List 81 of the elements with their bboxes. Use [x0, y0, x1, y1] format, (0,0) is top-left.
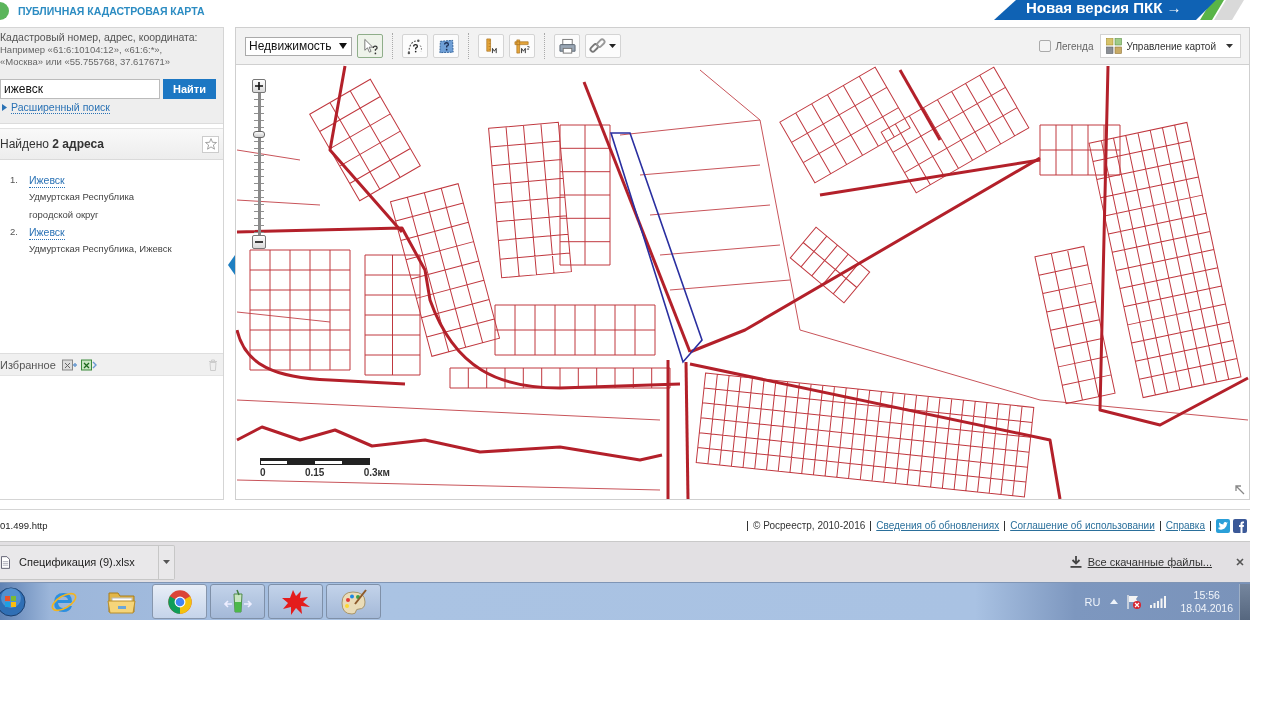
search-field[interactable]: ижевск: [0, 79, 160, 99]
all-downloads-link[interactable]: Все скачанные файлы...: [1087, 556, 1212, 568]
tool-button[interactable]: [478, 34, 504, 58]
taskbar-button[interactable]: [152, 584, 207, 619]
f-logo-icon[interactable]: [1233, 518, 1247, 533]
zoom-thumb[interactable]: [253, 130, 265, 138]
cursor-query-icon: [361, 37, 379, 55]
file-icon: [1, 555, 10, 569]
footer-link[interactable]: Соглашение об использовании: [1010, 520, 1155, 531]
legend-checkbox[interactable]: [1039, 40, 1052, 52]
corner-arrow-icon[interactable]: [1235, 485, 1245, 495]
tool-button[interactable]: [433, 34, 459, 58]
start-orb-icon[interactable]: [0, 586, 26, 617]
triangle-icon: [2, 104, 7, 111]
copyright-text: © Росреестр, 2010-2016: [753, 520, 866, 531]
status-url: 01.499.http: [0, 520, 48, 531]
star-icon: [204, 138, 217, 150]
taskbar-button[interactable]: [326, 584, 381, 619]
tool-button[interactable]: [509, 34, 535, 58]
map-control-button[interactable]: Управление картой: [1099, 34, 1241, 58]
result-link[interactable]: Ижевск: [29, 173, 65, 188]
search-button[interactable]: Найти: [163, 79, 216, 99]
area-ruler-icon: [513, 37, 531, 55]
close-icon[interactable]: [1236, 558, 1244, 566]
curve-query-icon: [406, 37, 424, 55]
signal-icon[interactable]: [1150, 595, 1167, 608]
bird-icon[interactable]: [1216, 518, 1230, 533]
scale-label: 0.3км: [363, 467, 390, 478]
caret-icon: [339, 43, 347, 49]
area-query-icon: [437, 37, 455, 55]
chain-link-icon: [589, 37, 606, 55]
caret-icon: [609, 44, 616, 48]
banner-stripes-icon: [1198, 0, 1244, 20]
minus-icon: [255, 238, 263, 246]
result-details: Удмуртская Республика, Ижевск: [29, 242, 172, 256]
round-logo-icon: [166, 588, 193, 615]
flag-icon[interactable]: [1126, 593, 1143, 610]
show-desktop-button[interactable]: [1239, 583, 1250, 620]
favorite-button[interactable]: [202, 135, 219, 153]
spreadsheet-icon[interactable]: [80, 358, 97, 371]
tool-button[interactable]: [402, 34, 428, 58]
result-link[interactable]: Ижевск: [29, 225, 65, 240]
footer-link[interactable]: Справка: [1165, 520, 1205, 531]
zoom-out-button[interactable]: [252, 235, 266, 249]
taskbar-button[interactable]: [268, 584, 323, 619]
tool-button[interactable]: [585, 34, 621, 58]
search-example: Например «61:6:10104:12», «61:6:*», «Москва» или «55.755768, 37.617671»: [0, 44, 172, 68]
search-label: Кадастровый номер, адрес, координата:: [0, 30, 199, 44]
document-arrow-icon[interactable]: [61, 358, 78, 371]
caret-icon: [1226, 44, 1233, 48]
scale-label: 0: [260, 467, 266, 478]
tool-button[interactable]: [357, 34, 383, 58]
favorites-title: Избранное: [0, 358, 56, 371]
result-details: городской округ: [29, 208, 99, 222]
printer-icon: [558, 37, 576, 55]
result-number: 2.: [10, 225, 19, 239]
new-version-banner[interactable]: Новая версия ПКК →: [994, 0, 1216, 20]
clock-time: 15:56: [1193, 588, 1220, 602]
palette-icon: [338, 587, 369, 616]
logo-icon: [0, 0, 10, 20]
footer-link[interactable]: Сведения об обновлениях: [876, 520, 1000, 531]
portal-title: ПУБЛИЧНАЯ КАДАСТРОВАЯ КАРТА: [18, 5, 205, 17]
tool-button[interactable]: [554, 34, 580, 58]
grid-icon: [1105, 38, 1122, 54]
result-details: Удмуртская Республика: [29, 190, 135, 204]
advanced-search-link[interactable]: Расширенный поиск: [11, 101, 110, 114]
result-number: 1.: [10, 173, 19, 187]
layer-select[interactable]: Недвижимость: [245, 36, 352, 56]
legend-label: Легенда: [1055, 40, 1094, 52]
clock-date: 18.04.2016: [1180, 601, 1233, 615]
taskbar-button[interactable]: [210, 584, 265, 619]
plus-icon: [255, 82, 263, 90]
download-item[interactable]: Спецификация (9).xlsx: [0, 544, 175, 580]
up-arrow-icon[interactable]: [1110, 599, 1119, 604]
caret-icon[interactable]: [163, 560, 170, 564]
scale-label: 0.15: [304, 467, 325, 478]
zoom-in-button[interactable]: [252, 79, 266, 93]
results-title: Найдено 2 адреса: [0, 137, 104, 151]
left-arrow-icon[interactable]: [228, 255, 235, 275]
glass-icon: [222, 587, 253, 616]
download-icon: [1069, 556, 1082, 568]
